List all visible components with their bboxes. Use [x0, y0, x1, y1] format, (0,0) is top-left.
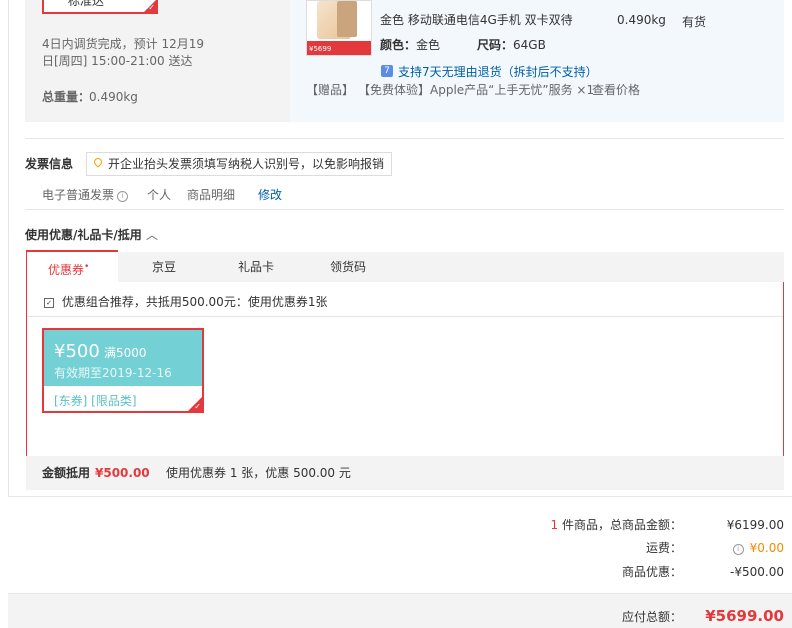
delivery-note-line1: 4日内调货完成，预计 12月19 — [42, 37, 204, 51]
invoice-content: 商品明细 — [187, 188, 236, 202]
discount-tabs — [26, 252, 784, 282]
discount-label: 商品优惠： — [621, 565, 682, 579]
payable-amount: ¥5699.00 — [705, 607, 784, 625]
product-size: 尺码：64GB — [477, 38, 546, 52]
invoice-section-label: 发票信息 — [25, 157, 74, 171]
discount-section-toggle[interactable]: 使用优惠/礼品卡/抵用 ︿ — [25, 227, 158, 243]
combo-recommend-text: 优惠组合推荐，共抵用500.00元：使用优惠券1张 — [61, 295, 328, 309]
goods-count: 1 件商品，总商品金额： — [550, 518, 682, 532]
selected-check-icon: ✓ — [148, 3, 155, 12]
gift-text: 【免费体验】Apple产品“上手无忧”服务 ×1 — [358, 83, 595, 97]
product-color: 颜色：金色 — [380, 38, 441, 52]
return-policy-icon: 7 — [381, 65, 393, 77]
combo-recommend[interactable]: ✓ 优惠组合推荐，共抵用500.00元：使用优惠券1张 — [44, 294, 327, 310]
tab-gift-card[interactable]: 礼品卡 — [238, 259, 274, 275]
tab-pickup-code[interactable]: 领货码 — [330, 259, 366, 275]
weight-value: 0.490kg — [89, 90, 138, 104]
coupon-condition: 满5000 — [104, 346, 147, 360]
divider — [25, 209, 784, 210]
discount-summary-amount: ¥500.00 — [95, 466, 150, 480]
tab-coupon-label: 优惠券• — [48, 262, 90, 277]
payable-label: 应付总额： — [621, 610, 682, 624]
gift-tag: 【赠品】 — [306, 83, 355, 97]
selected-check-icon: ✓ — [194, 402, 201, 411]
product-stock: 有货 — [682, 15, 707, 29]
discount-summary-label: 金额抵用 — [42, 466, 91, 480]
info-icon[interactable]: i — [117, 191, 129, 202]
info-icon[interactable]: i — [732, 544, 744, 555]
shipping-amount: i ¥0.00 — [730, 540, 784, 556]
product-title[interactable]: 金色 移动联通电信4G手机 双卡双待 — [380, 12, 573, 28]
delivery-option-label: 标准达 — [68, 0, 105, 8]
discount-summary-text: 使用优惠券 1 张，优惠 500.00 元 — [166, 466, 351, 480]
tab-jd-beans[interactable]: 京豆 — [152, 259, 176, 275]
coupon-amount: ¥500 — [54, 341, 100, 362]
invoice-tip-text: 开企业抬头发票须填写纳税人识别号，以免影响报销 — [108, 157, 385, 171]
product-image-tag: ¥5699 — [309, 45, 332, 53]
discount-amount: -¥500.00 — [730, 565, 784, 579]
location-pin-icon — [92, 156, 104, 168]
invoice-edit-link[interactable]: 修改 — [258, 187, 282, 203]
gift-price-link[interactable]: 查看价格 — [592, 82, 640, 98]
product-image[interactable]: ¥5699 — [306, 0, 372, 56]
delivery-note-line2: 日[周四] 15:00-21:00 送达 — [42, 54, 193, 68]
delivery-option-button[interactable]: 标准达 ✓ — [42, 0, 158, 14]
shipping-label: 运费： — [645, 541, 682, 555]
coupon-card[interactable]: ¥500 满5000 有效期至2019-12-16 [东券] [限品类] ✓ — [42, 328, 204, 413]
coupon-card-header: ¥500 满5000 有效期至2019-12-16 — [44, 330, 202, 386]
invoice-title: 个人 — [147, 188, 172, 202]
invoice-type: 电子普通发票 i — [42, 187, 129, 203]
weight-label: 总重量： — [42, 90, 91, 104]
return-policy[interactable]: 支持7天无理由退货（拆封后不支持） — [398, 64, 598, 80]
chevron-up-icon: ︿ — [145, 228, 158, 242]
product-weight: 0.490kg — [617, 13, 666, 27]
divider — [27, 316, 783, 317]
divider — [25, 138, 784, 139]
goods-amount: ¥6199.00 — [726, 518, 784, 532]
coupon-expiry: 有效期至2019-12-16 — [54, 366, 172, 380]
checkbox[interactable]: ✓ — [44, 298, 54, 308]
coupon-tags: [东券] [限品类] — [54, 394, 137, 408]
invoice-tip: 开企业抬头发票须填写纳税人识别号，以免影响报销 — [86, 152, 392, 176]
